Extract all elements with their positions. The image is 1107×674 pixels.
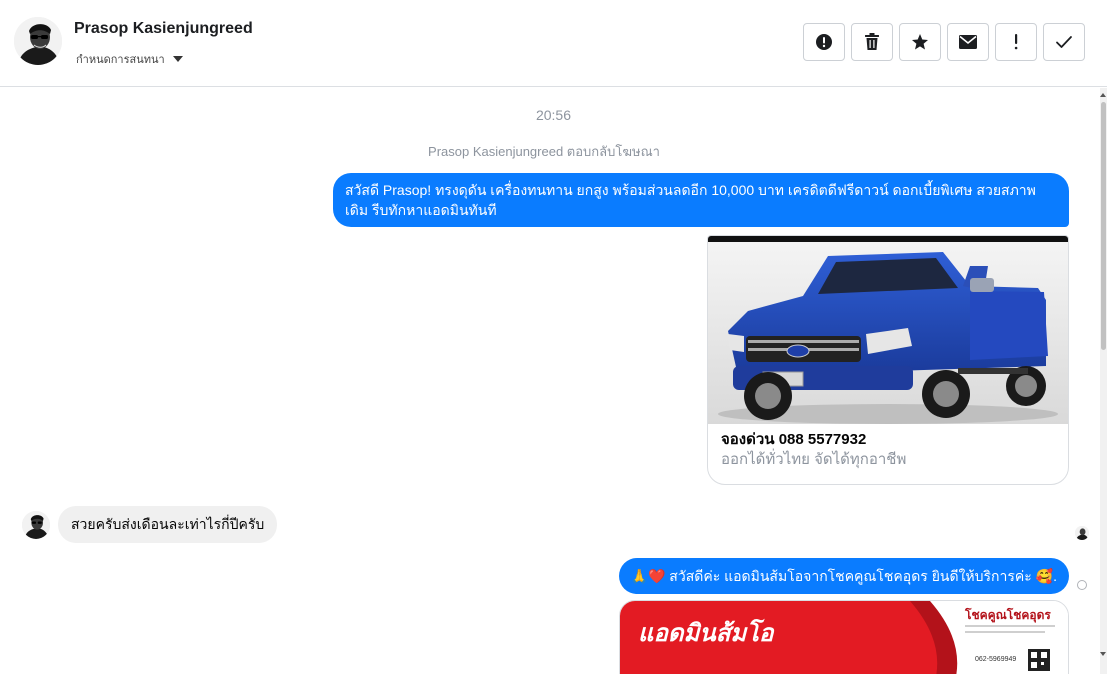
mark-done-button[interactable] (1043, 23, 1085, 61)
contact-name[interactable]: Prasop Kasienjungreed (74, 20, 253, 38)
follow-up-button[interactable] (995, 23, 1037, 61)
ad-card[interactable]: จองด่วน 088 5577932 ออกได้ทั่วไทย จัดได้… (707, 235, 1069, 485)
assign-conversation-dropdown[interactable]: กำหนดการสนทนา (76, 50, 183, 68)
contact-avatar-photo (14, 17, 62, 65)
star-button[interactable] (899, 23, 941, 61)
message-timestamp: 20:56 (535, 107, 572, 123)
promo-image-card[interactable]: แอดมินส้มโอ โชคคูณโชคอุดร 062-5969949 (619, 600, 1069, 674)
outgoing-message[interactable]: สวัสดี Prasop! ทรงดุดัน เครื่องทนทาน ยกส… (333, 173, 1069, 227)
promo-banner-image: แอดมินส้มโอ โชคคูณโชคอุดร 062-5969949 (620, 601, 1068, 674)
thread-scrollbar-thumb[interactable] (1101, 102, 1106, 350)
scroll-down-arrow-icon[interactable] (1100, 652, 1106, 656)
exclamation-icon (1014, 34, 1018, 50)
sent-status-icon (1077, 580, 1087, 590)
mark-unread-button[interactable] (947, 23, 989, 61)
truck-image (708, 236, 1068, 424)
incoming-message[interactable]: สวยครับส่งเดือนละเท่าไรกี่ปีครับ (58, 506, 278, 543)
message-thread[interactable]: 20:56 Prasop Kasienjungreed ตอบกลับโฆษณา… (0, 88, 1100, 674)
assign-conversation-label: กำหนดการสนทนา (76, 54, 165, 66)
conversation-toolbar (803, 23, 1085, 61)
scroll-up-arrow-icon[interactable] (1100, 93, 1106, 97)
conversation-header: Prasop Kasienjungreed กำหนดการสนทนา (0, 0, 1107, 87)
contact-avatar[interactable] (14, 17, 62, 65)
seen-indicator-avatar (1075, 526, 1089, 540)
caret-down-icon (172, 56, 183, 62)
sender-avatar-photo (22, 511, 50, 539)
outgoing-message[interactable]: 🙏❤️ สวัสดีค่ะ แอดมินส้มโอจากโชคคูณโชคอุด… (618, 558, 1069, 594)
envelope-icon (959, 35, 977, 49)
ad-card-subtitle: ออกได้ทั่วไทย จัดได้ทุกอาชีพ (721, 451, 907, 468)
promo-left-text: แอดมินส้มโอ (638, 618, 775, 647)
seen-avatar-photo (1075, 526, 1089, 540)
promo-brand: โชคคูณโชคอุดร (964, 607, 1051, 623)
alert-circle-icon (816, 34, 832, 50)
delete-button[interactable] (851, 23, 893, 61)
mark-spam-button[interactable] (803, 23, 845, 61)
trash-icon (865, 33, 879, 50)
star-icon (912, 34, 928, 50)
promo-phone: 062-5969949 (975, 656, 1016, 663)
sender-avatar[interactable] (22, 511, 50, 539)
check-icon (1056, 36, 1072, 48)
ad-reply-note: Prasop Kasienjungreed ตอบกลับโฆษณา (428, 144, 660, 159)
